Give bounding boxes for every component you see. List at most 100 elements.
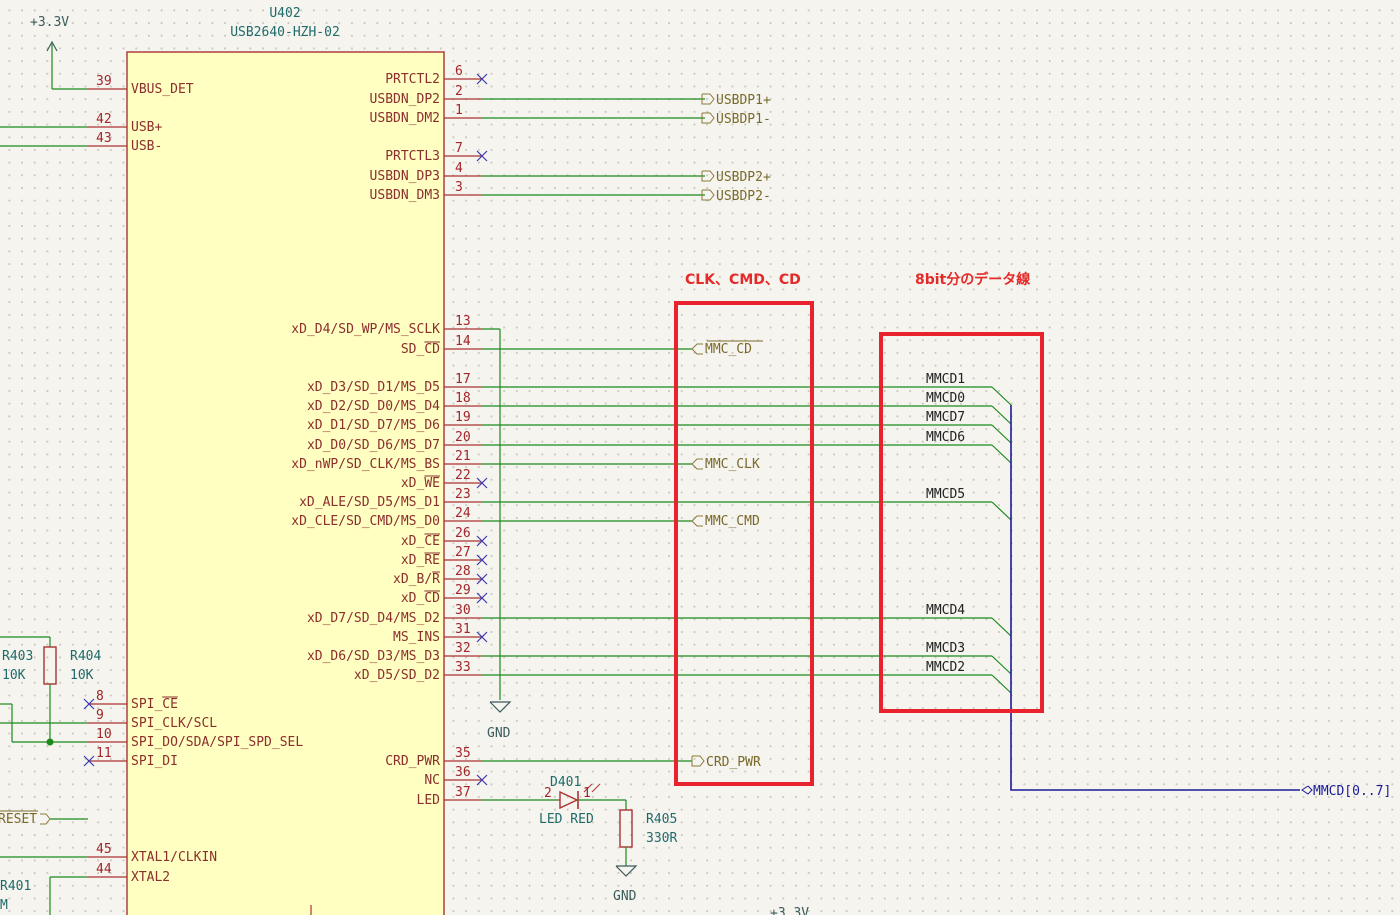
wire-mmc-cmd[interactable]: MMC_CMD (482, 514, 760, 529)
mmcd-bus[interactable]: MMCD[0..7] (1010, 405, 1391, 799)
pin-number: 18 (455, 391, 471, 406)
r401-ref: R401 (0, 879, 31, 894)
pin-name: XTAL1/CLKIN (131, 850, 217, 865)
label-usbdp2-plus[interactable]: USBDP2+ (701, 170, 771, 185)
pin-name: PRTCTL3 (385, 149, 440, 164)
pin-name: xD_D2/SD_D0/MS_D4 (307, 399, 440, 414)
pin-name: xD_D1/SD_D7/MS_D6 (307, 418, 440, 433)
label-mmcd-bus: MMCD[0..7] (1313, 784, 1391, 799)
pin-name: xD_D7/SD_D4/MS_D2 (307, 611, 440, 626)
pin-number: 45 (96, 842, 112, 857)
net-label: MMCD5 (926, 487, 965, 502)
pin-number: 19 (455, 410, 471, 425)
pin-number: 43 (96, 131, 112, 146)
wire-mmc-cd[interactable]: MMC_CD (482, 340, 763, 357)
pin-number: 20 (455, 430, 471, 445)
r401-value: M (0, 898, 8, 913)
pin-number: 35 (455, 746, 471, 761)
pin-name: VBUS_DET (131, 82, 194, 97)
pin-number: 1 (455, 103, 463, 118)
r403-resistor[interactable]: R403 10K (0, 636, 50, 683)
r404-resistor[interactable]: R404 10K (43, 637, 101, 742)
power-3v3-bottom: +3.3V (770, 906, 809, 915)
pin-name: SPI_DI (131, 754, 178, 769)
r405-ref: R405 (646, 812, 677, 827)
pin-name: SPI_DO/SDA/SPI_SPD_SEL (131, 735, 303, 750)
d401-value: LED RED (539, 812, 594, 827)
label-mmc-cd: MMC_CD (705, 342, 752, 357)
pin-number: 8 (96, 689, 104, 704)
pin-number: 36 (455, 765, 471, 780)
svg-text:USBDP1-: USBDP1- (716, 112, 771, 127)
svg-text:RESET: RESET (0, 812, 37, 827)
svg-text:USBDP2+: USBDP2+ (716, 170, 771, 185)
pin-name: PRTCTL2 (385, 72, 440, 87)
pin-name: xD_RE (401, 553, 440, 568)
pin-number: 39 (96, 74, 112, 89)
pin-number: 9 (96, 708, 104, 723)
pin-name: USBDN_DP3 (370, 169, 440, 184)
led-d401[interactable]: D401 2 1 LED RED (482, 775, 626, 827)
pin-number: 32 (455, 641, 471, 656)
pin-name: xD_ALE/SD_D5/MS_D1 (299, 495, 440, 510)
data-wire-group: MMCD1 MMCD0 MMCD7 MMCD6 MMCD5 MMCD4 MMCD3 MMCD2 (482, 372, 1012, 694)
pin-name: LED (417, 793, 441, 808)
pin-number: 17 (455, 372, 471, 387)
annotation-clk-cmd-cd-label: CLK、CMD、CD (685, 272, 801, 288)
pin-number: 6 (455, 64, 463, 79)
wire-crd-pwr[interactable]: CRD_PWR (482, 755, 761, 770)
spi-wires[interactable] (0, 703, 88, 746)
pin-name: MS_INS (393, 630, 440, 645)
pin-name: NC (424, 773, 440, 788)
reset-label[interactable]: RESET (0, 810, 88, 827)
pin-number: 42 (96, 112, 112, 127)
pin-number: 7 (455, 141, 463, 156)
bus-entry-mmcd4[interactable]: MMCD4 (482, 603, 1012, 637)
label-mmc-clk: MMC_CLK (705, 457, 760, 472)
pin-name: SPI_CE (131, 697, 178, 712)
pin-number: 22 (455, 468, 471, 483)
label-usbdp1-plus[interactable]: USBDP1+ (701, 93, 771, 108)
power-3v3-top[interactable]: +3.3V (30, 15, 88, 90)
pin-name: xD_D6/SD_D3/MS_D3 (307, 649, 440, 664)
svg-text:USBDP1+: USBDP1+ (716, 93, 771, 108)
pin-name: xD_WE (401, 476, 440, 491)
pin-name: xD_D4/SD_WP/MS_SCLK (291, 322, 440, 337)
pin-number: 21 (455, 449, 471, 464)
d401-ref: D401 (550, 775, 581, 790)
power-3v3-label: +3.3V (30, 15, 69, 30)
r405-resistor[interactable]: R405 330R GND (613, 800, 677, 904)
pin-number: 31 (455, 622, 471, 637)
pin-name: USB+ (131, 120, 162, 135)
bus-entry-mmcd2[interactable]: MMCD2 (482, 660, 1012, 694)
label-usbdp1-minus[interactable]: USBDP1- (701, 112, 771, 127)
pin-name: USBDN_DM3 (370, 188, 440, 203)
gnd-label-1: GND (487, 726, 511, 741)
label-mmc-cmd: MMC_CMD (705, 514, 760, 529)
pin-name: xD_D5/SD_D2 (354, 668, 440, 683)
ic-value: USB2640-HZH-02 (230, 25, 340, 40)
r404-ref: R404 (70, 649, 101, 664)
schematic-canvas: U402 USB2640-HZH-02 +3.3V 39VBUS_DET42US… (0, 6, 1391, 915)
usb-downstream-wires[interactable] (482, 98, 705, 196)
pin-number: 23 (455, 487, 471, 502)
pin-name: SPI_CLK/SCL (131, 716, 217, 731)
gnd-wire-vertical[interactable]: GND (482, 328, 512, 741)
r403-value: 10K (2, 668, 26, 683)
pin-number: 27 (455, 545, 471, 560)
pin-number: 37 (455, 785, 471, 800)
wire-mmc-clk[interactable]: MMC_CLK (482, 457, 760, 472)
pin-name: xD_D0/SD_D6/MS_D7 (307, 438, 440, 453)
pin-name: xD_CE (401, 534, 440, 549)
pin-number: 11 (96, 746, 112, 761)
pin-number: 29 (455, 583, 471, 598)
pin-name: SD_CD (401, 342, 440, 357)
net-label: MMCD2 (926, 660, 965, 675)
label-usbdp2-minus[interactable]: USBDP2- (701, 189, 771, 204)
pin-number: 33 (455, 660, 471, 675)
pin-name: xD_D3/SD_D1/MS_D5 (307, 380, 440, 395)
r404-value: 10K (70, 668, 94, 683)
pin-number: 30 (455, 603, 471, 618)
pin-number: 3 (455, 180, 463, 195)
xtal-wires[interactable]: R401 M (0, 856, 88, 915)
